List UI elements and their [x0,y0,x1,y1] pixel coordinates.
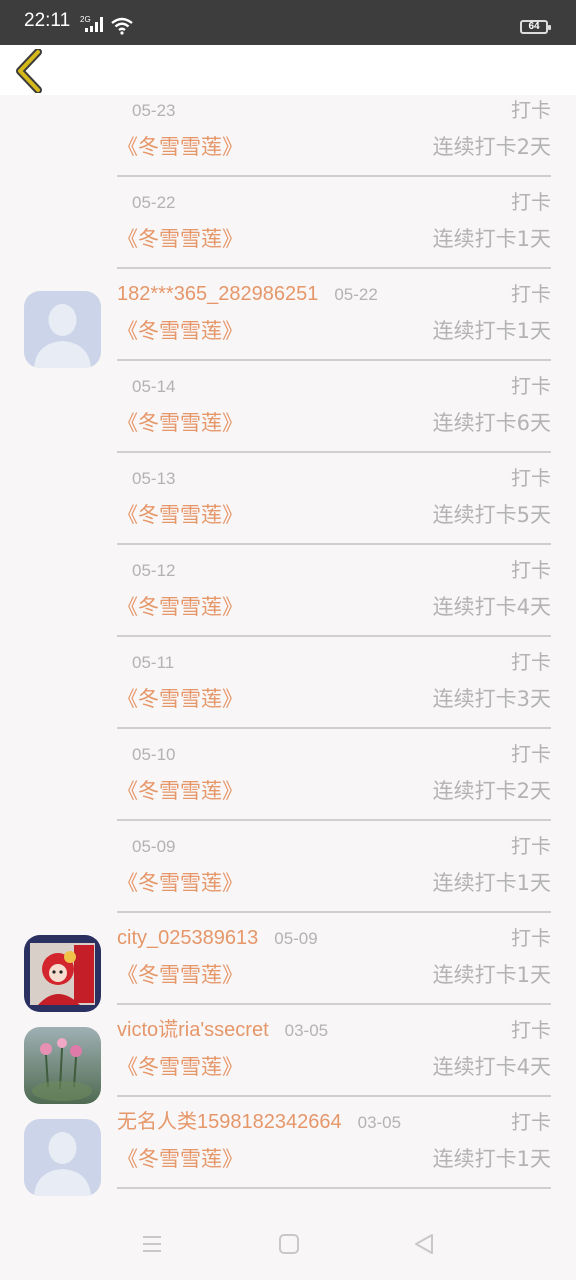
checkin-action: 打卡 [511,374,551,398]
checkin-item[interactable]: 05-14 打卡《冬雪雪莲》 连续打卡6天 [0,371,576,463]
checkin-date: 03-05 [284,1021,329,1040]
checkin-date: 05-09 [274,929,318,948]
streak-count: 连续打卡3天 [432,687,551,711]
checkin-date: 05-12 [132,561,176,580]
battery-level: 64 [528,21,540,32]
divider [117,1095,551,1097]
wifi-icon [111,17,133,35]
divider [117,543,551,545]
checkin-item[interactable]: 05-12 打卡《冬雪雪莲》 连续打卡4天 [0,555,576,647]
book-title[interactable]: 《冬雪雪莲》 [117,225,243,253]
checkin-date: 05-10 [132,745,176,764]
checkin-date: 05-23 [132,101,176,120]
checkin-item[interactable]: 05-09 打卡《冬雪雪莲》 连续打卡1天 [0,831,576,923]
divider [117,727,551,729]
checkin-action: 打卡 [511,282,551,306]
book-title[interactable]: 《冬雪雪莲》 [117,777,243,805]
book-title[interactable]: 《冬雪雪莲》 [117,501,243,529]
checkin-date: 05-22 [334,285,378,304]
checkin-item[interactable]: 无名人类1598182342664 03-05 打卡《冬雪雪莲》 连续打卡1天 [0,1107,576,1199]
checkin-action: 打卡 [511,1018,551,1042]
checkin-date: 03-05 [357,1113,402,1132]
username[interactable]: victo谎ria'ssecret [117,1017,269,1043]
divider [117,1003,551,1005]
avatar[interactable] [24,1119,101,1196]
checkin-action: 打卡 [511,1110,551,1134]
divider [117,911,551,913]
book-title[interactable]: 《冬雪雪莲》 [117,317,243,345]
checkin-action: 打卡 [511,742,551,766]
username[interactable]: 无名人类1598182342664 [117,1109,342,1135]
status-bar: 22:11 2G 64 [0,0,576,45]
checkin-item[interactable]: city_025389613 05-09 打卡《冬雪雪莲》 连续打卡1天 [0,923,576,1015]
book-title[interactable]: 《冬雪雪莲》 [117,593,243,621]
checkin-date: 05-11 [132,653,175,672]
streak-count: 连续打卡1天 [432,871,551,895]
home-icon[interactable] [277,1232,301,1256]
streak-count: 连续打卡5天 [432,503,551,527]
divider [117,819,551,821]
back-nav-icon[interactable] [412,1232,436,1256]
streak-count: 连续打卡1天 [432,1147,551,1171]
streak-count: 连续打卡4天 [432,595,551,619]
divider [117,267,551,269]
avatar[interactable] [24,935,101,1012]
checkin-feed: 05-23 打卡 《冬雪雪莲》 连续打卡2天 05-22 打卡 《冬雪雪莲》 连续打卡1天 18… [0,95,576,1208]
book-title[interactable]: 《冬雪雪莲》 [117,1053,243,1081]
username[interactable]: city_025389613 [117,925,258,951]
divider [117,175,551,177]
streak-count: 连续打卡6天 [432,411,551,435]
avatar[interactable] [24,291,101,368]
username[interactable]: 182***365_282986251 [117,281,318,307]
divider [117,451,551,453]
book-title[interactable]: 《冬雪雪莲》 [117,685,243,713]
title-bar [0,45,576,95]
menu-icon[interactable] [140,1232,164,1256]
checkin-item[interactable]: 05-10 打卡《冬雪雪莲》 连续打卡2天 [0,739,576,831]
checkin-item[interactable]: victo谎ria'ssecret 03-05 打卡《冬雪雪莲》 连续打卡4天 [0,1015,576,1107]
checkin-action: 打卡 [511,834,551,858]
back-arrow-icon [16,48,42,94]
checkin-action: 打卡 [511,190,551,214]
checkin-date: 05-13 [132,469,176,488]
checkin-action: 打卡 [511,558,551,582]
book-title[interactable]: 《冬雪雪莲》 [117,133,243,161]
book-title[interactable]: 《冬雪雪莲》 [117,1145,243,1173]
signal-icon [85,17,103,32]
book-title[interactable]: 《冬雪雪莲》 [117,961,243,989]
divider [117,635,551,637]
system-nav-bar [0,1208,576,1280]
status-time: 22:11 [24,10,71,31]
checkin-item[interactable]: 05-22 打卡《冬雪雪莲》 连续打卡1天 [0,187,576,279]
checkin-date: 05-22 [132,193,176,212]
divider [117,359,551,361]
divider [117,1187,551,1189]
checkin-item[interactable]: 05-13 打卡《冬雪雪莲》 连续打卡5天 [0,463,576,555]
streak-count: 连续打卡4天 [432,1055,551,1079]
checkin-item[interactable]: 182***365_282986251 05-22 打卡《冬雪雪莲》 连续打卡1天 [0,279,576,371]
book-title[interactable]: 《冬雪雪莲》 [117,869,243,897]
book-title[interactable]: 《冬雪雪莲》 [117,409,243,437]
streak-count: 连续打卡2天 [432,135,551,159]
checkin-action: 打卡 [511,926,551,950]
streak-count: 连续打卡2天 [432,779,551,803]
back-button[interactable] [12,48,52,94]
streak-count: 连续打卡1天 [432,319,551,343]
avatar[interactable] [24,1027,101,1104]
checkin-action: 打卡 [511,650,551,674]
checkin-action: 打卡 [511,98,551,122]
battery-icon: 64 [520,20,551,34]
checkin-date: 05-14 [132,377,176,396]
checkin-item[interactable]: 05-11 打卡《冬雪雪莲》 连续打卡3天 [0,647,576,739]
checkin-date: 05-09 [132,837,176,856]
streak-count: 连续打卡1天 [432,227,551,251]
streak-count: 连续打卡1天 [432,963,551,987]
checkin-action: 打卡 [511,466,551,490]
checkin-item[interactable]: 05-23 打卡《冬雪雪莲》 连续打卡2天 [0,95,576,187]
